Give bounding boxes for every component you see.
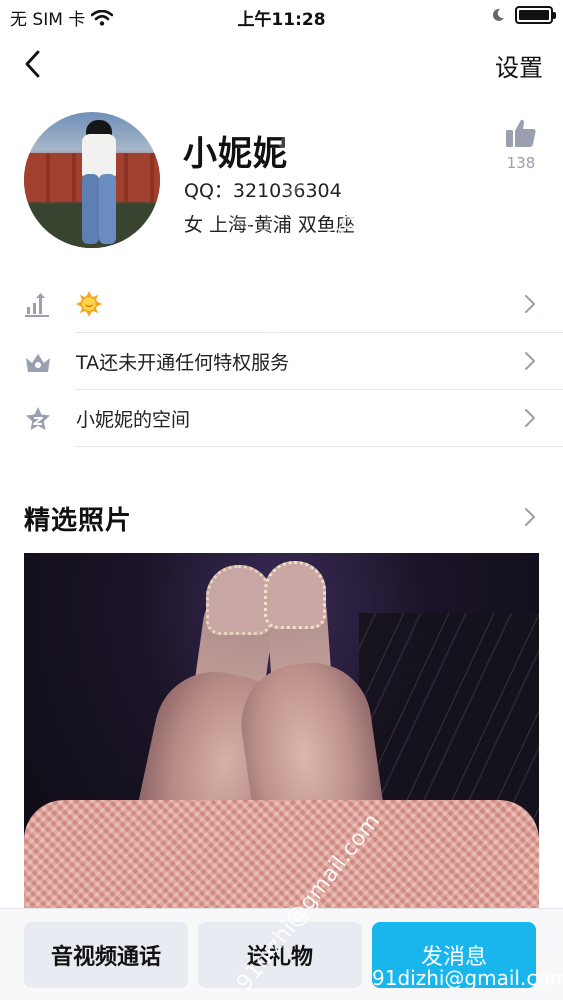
menu-item-qzone[interactable]: 小妮妮的空间 [0, 390, 563, 447]
thumbs-up-icon [506, 119, 536, 147]
video-call-button[interactable]: 音视频通话 [24, 922, 188, 988]
status-time: 上午11:28 [237, 10, 326, 30]
avatar[interactable] [24, 112, 160, 248]
menu-item-privileges[interactable]: TA还未开通任何特权服务 [0, 333, 563, 390]
chevron-left-icon [25, 50, 40, 78]
nav-bar: 设置 [0, 40, 563, 90]
chevron-right-icon [525, 409, 535, 427]
like-button[interactable]: 138 [503, 118, 539, 172]
crown-icon [26, 354, 50, 372]
chevron-right-icon [525, 352, 535, 370]
menu-item-label: 小妮妮的空间 [76, 409, 191, 431]
featured-photo[interactable] [24, 553, 539, 910]
sun-badge-icon [76, 291, 102, 317]
battery-icon [515, 6, 556, 24]
level-chart-icon [25, 293, 49, 317]
divider [75, 446, 563, 447]
status-right [491, 6, 556, 24]
menu-item-label: TA还未开通任何特权服务 [76, 352, 290, 374]
settings-button[interactable]: 设置 [495, 48, 543, 83]
chevron-right-icon [525, 295, 535, 313]
featured-photos-title: 精选照片 [24, 506, 133, 536]
watermark-email: 91dizhi@gmail.com [372, 966, 563, 990]
back-button[interactable] [18, 46, 52, 82]
like-count: 138 [506, 154, 536, 172]
qzone-star-icon [26, 407, 50, 430]
profile-screen: 无 SIM 卡 上午11:28 设置 小妮妮 QQ：321036304 女 上海… [0, 0, 563, 1000]
status-bar: 无 SIM 卡 上午11:28 [0, 0, 563, 32]
chevron-right-icon[interactable] [523, 506, 537, 528]
moon-icon [492, 8, 504, 21]
